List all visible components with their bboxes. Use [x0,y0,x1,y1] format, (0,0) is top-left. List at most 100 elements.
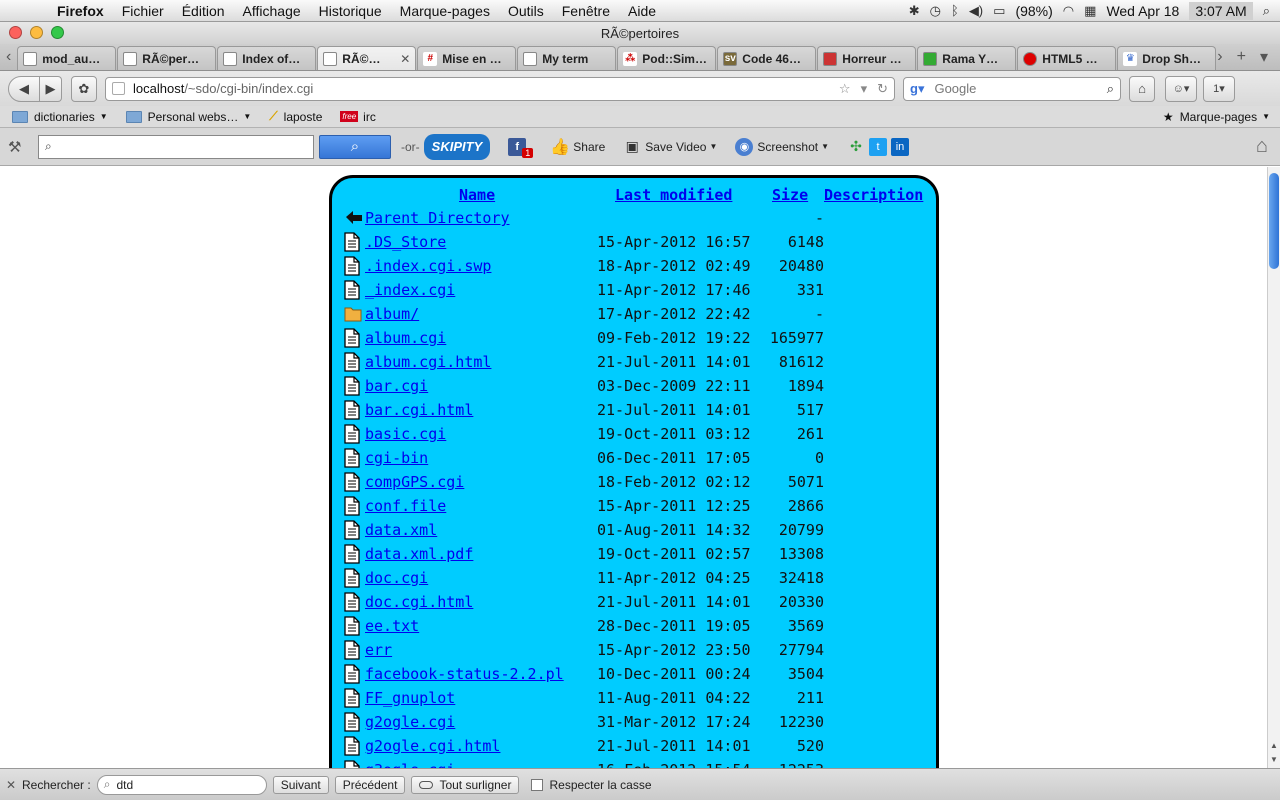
addon-robot-button[interactable]: ☺▾ [1165,75,1197,102]
file-link[interactable]: _index.cgi [365,281,455,299]
tab-4[interactable]: # Mise en … [417,46,517,70]
scroll-up-icon[interactable]: ▲ [1270,741,1278,750]
file-link[interactable]: album.cgi [365,329,446,347]
tab-9[interactable]: Rama Y… [917,46,1017,70]
time-machine-icon[interactable]: ◷ [930,3,941,19]
tab-scroll-left-icon[interactable]: ‹ [0,43,17,70]
addon-notification-button[interactable]: 1 ▾ [1203,75,1235,102]
file-link[interactable]: data.xml.pdf [365,545,473,563]
file-link[interactable]: ee.txt [365,617,419,635]
column-header-description[interactable]: Description [824,186,923,204]
scroll-down-icon[interactable]: ▼ [1270,755,1278,764]
toolbar-search-button[interactable]: ⌕ [319,134,391,159]
search-icon[interactable]: ⌕ [1107,81,1114,97]
column-header-size[interactable]: Size [772,186,808,204]
bluetooth-icon[interactable]: ᛒ [951,3,959,18]
file-link[interactable]: FF_gnuplot [365,689,455,707]
file-link[interactable]: data.xml [365,521,437,539]
share-button[interactable]: 👍 Share [550,138,605,156]
file-link[interactable]: basic.cgi [365,425,446,443]
wrench-icon[interactable]: ⚒ [8,138,30,156]
file-link[interactable]: Parent Directory [365,209,510,227]
minimize-window-button[interactable] [30,26,43,39]
file-link[interactable]: album/ [365,305,419,323]
menu-marque-pages[interactable]: Marque-pages [391,3,499,19]
save-video-button[interactable]: ▣ Save Video ▼ [623,138,718,156]
file-link[interactable]: g3ogle.cgi [365,761,455,768]
file-link[interactable]: .index.cgi.swp [365,257,491,275]
menubar-time[interactable]: 3:07 AM [1189,1,1253,20]
network-icon[interactable]: ✣ [847,138,865,156]
file-link[interactable]: g2ogle.cgi.html [365,737,500,755]
menu-fichier[interactable]: Fichier [113,3,173,19]
menu-historique[interactable]: Historique [310,3,391,19]
home-button[interactable]: ⌂ [1129,75,1155,102]
tab-list-icon[interactable]: ▾ [1260,47,1268,67]
tab-8[interactable]: Horreur … [817,46,917,70]
vertical-scrollbar[interactable]: ▲ ▼ [1267,167,1280,768]
file-link[interactable]: compGPS.cgi [365,473,464,491]
wifi-icon[interactable]: ◠ [1063,3,1074,19]
file-link[interactable]: bar.cgi [365,377,428,395]
menu-affichage[interactable]: Affichage [234,3,310,19]
file-link[interactable]: doc.cgi [365,569,428,587]
tab-7[interactable]: sv Code 46… [717,46,817,70]
screenshot-button[interactable]: ◉ Screenshot ▼ [735,137,829,156]
file-link[interactable]: conf.file [365,497,446,515]
battery-icon[interactable]: ▭ [993,3,1005,19]
reload-icon[interactable]: ↻ [877,81,888,97]
file-link[interactable]: err [365,641,392,659]
calendar-icon[interactable]: ▦ [1084,3,1096,19]
site-identity-icon[interactable]: ✿ [71,75,97,102]
file-link[interactable]: doc.cgi.html [365,593,473,611]
url-dropdown-icon[interactable]: ▾ [861,81,868,97]
find-previous-button[interactable]: Précédent [334,775,406,794]
tab-scroll-right-icon[interactable]: › [1217,48,1222,66]
match-case-checkbox[interactable]: Respecter la casse [531,778,652,792]
file-link[interactable]: .DS_Store [365,233,446,251]
tab-3[interactable]: RÃ©… ✕ [317,46,417,70]
back-button[interactable]: ◀ [8,75,40,102]
file-link[interactable]: facebook-status-2.2.pl [365,665,564,683]
menu-aide[interactable]: Aide [619,3,665,19]
skipity-logo[interactable]: SKIPITY [423,133,491,160]
bookmark-laposte[interactable]: ⟋ laposte [269,109,322,124]
facebook-button[interactable]: f 1 [508,136,534,158]
scrollbar-thumb[interactable] [1269,173,1279,269]
new-tab-icon[interactable]: + [1237,48,1246,66]
battery-percent[interactable]: (98%) [1015,3,1052,19]
twitter-icon[interactable]: t [869,137,888,156]
file-link[interactable]: g2ogle.cgi [365,713,455,731]
menu-fenetre[interactable]: Fenêtre [553,3,619,19]
linkedin-icon[interactable]: in [891,137,910,156]
zoom-window-button[interactable] [51,26,64,39]
bookmark-folder-dictionaries[interactable]: dictionaries ▼ [12,110,108,124]
column-header-name[interactable]: Name [459,186,495,204]
find-next-button[interactable]: Suivant [272,775,329,794]
tab-1[interactable]: RÃ©per… [117,46,217,70]
asterisk-icon[interactable]: ✱ [909,3,920,19]
spotlight-search-icon[interactable]: ⌕ [1263,3,1270,19]
tab-0[interactable]: mod_au… [17,46,117,70]
file-link[interactable]: bar.cgi.html [365,401,473,419]
menu-edition[interactable]: Édition [173,3,234,19]
home-icon[interactable]: ⌂ [1256,135,1280,158]
find-input[interactable]: ⌕ dtd [96,774,267,795]
file-link[interactable]: cgi-bin [365,449,428,467]
bookmark-irc[interactable]: free irc [340,110,376,124]
tab-10[interactable]: HTML5 … [1017,46,1117,70]
bookmark-star-icon[interactable]: ☆ [839,81,851,97]
menu-outils[interactable]: Outils [499,3,553,19]
url-bar[interactable]: localhost/~sdo/cgi-bin/index.cgi ☆ ▾ ↻ [105,76,895,101]
close-window-button[interactable] [9,26,22,39]
forward-button[interactable]: ▶ [40,75,62,102]
tab-6[interactable]: ⁂ Pod::Sim… [617,46,717,70]
close-tab-icon[interactable]: ✕ [400,52,410,66]
tab-5[interactable]: My term [517,46,617,70]
bookmarks-menu-button[interactable]: ★ Marque-pages ▼ [1163,110,1280,124]
toolbar-search-input[interactable]: ⌕ [38,134,314,159]
bookmark-folder-personal-webs[interactable]: Personal webs… ▼ [125,110,251,124]
file-link[interactable]: album.cgi.html [365,353,491,371]
tab-11[interactable]: ♛ Drop Sh… [1117,46,1217,70]
close-findbar-icon[interactable]: ✕ [6,778,22,792]
